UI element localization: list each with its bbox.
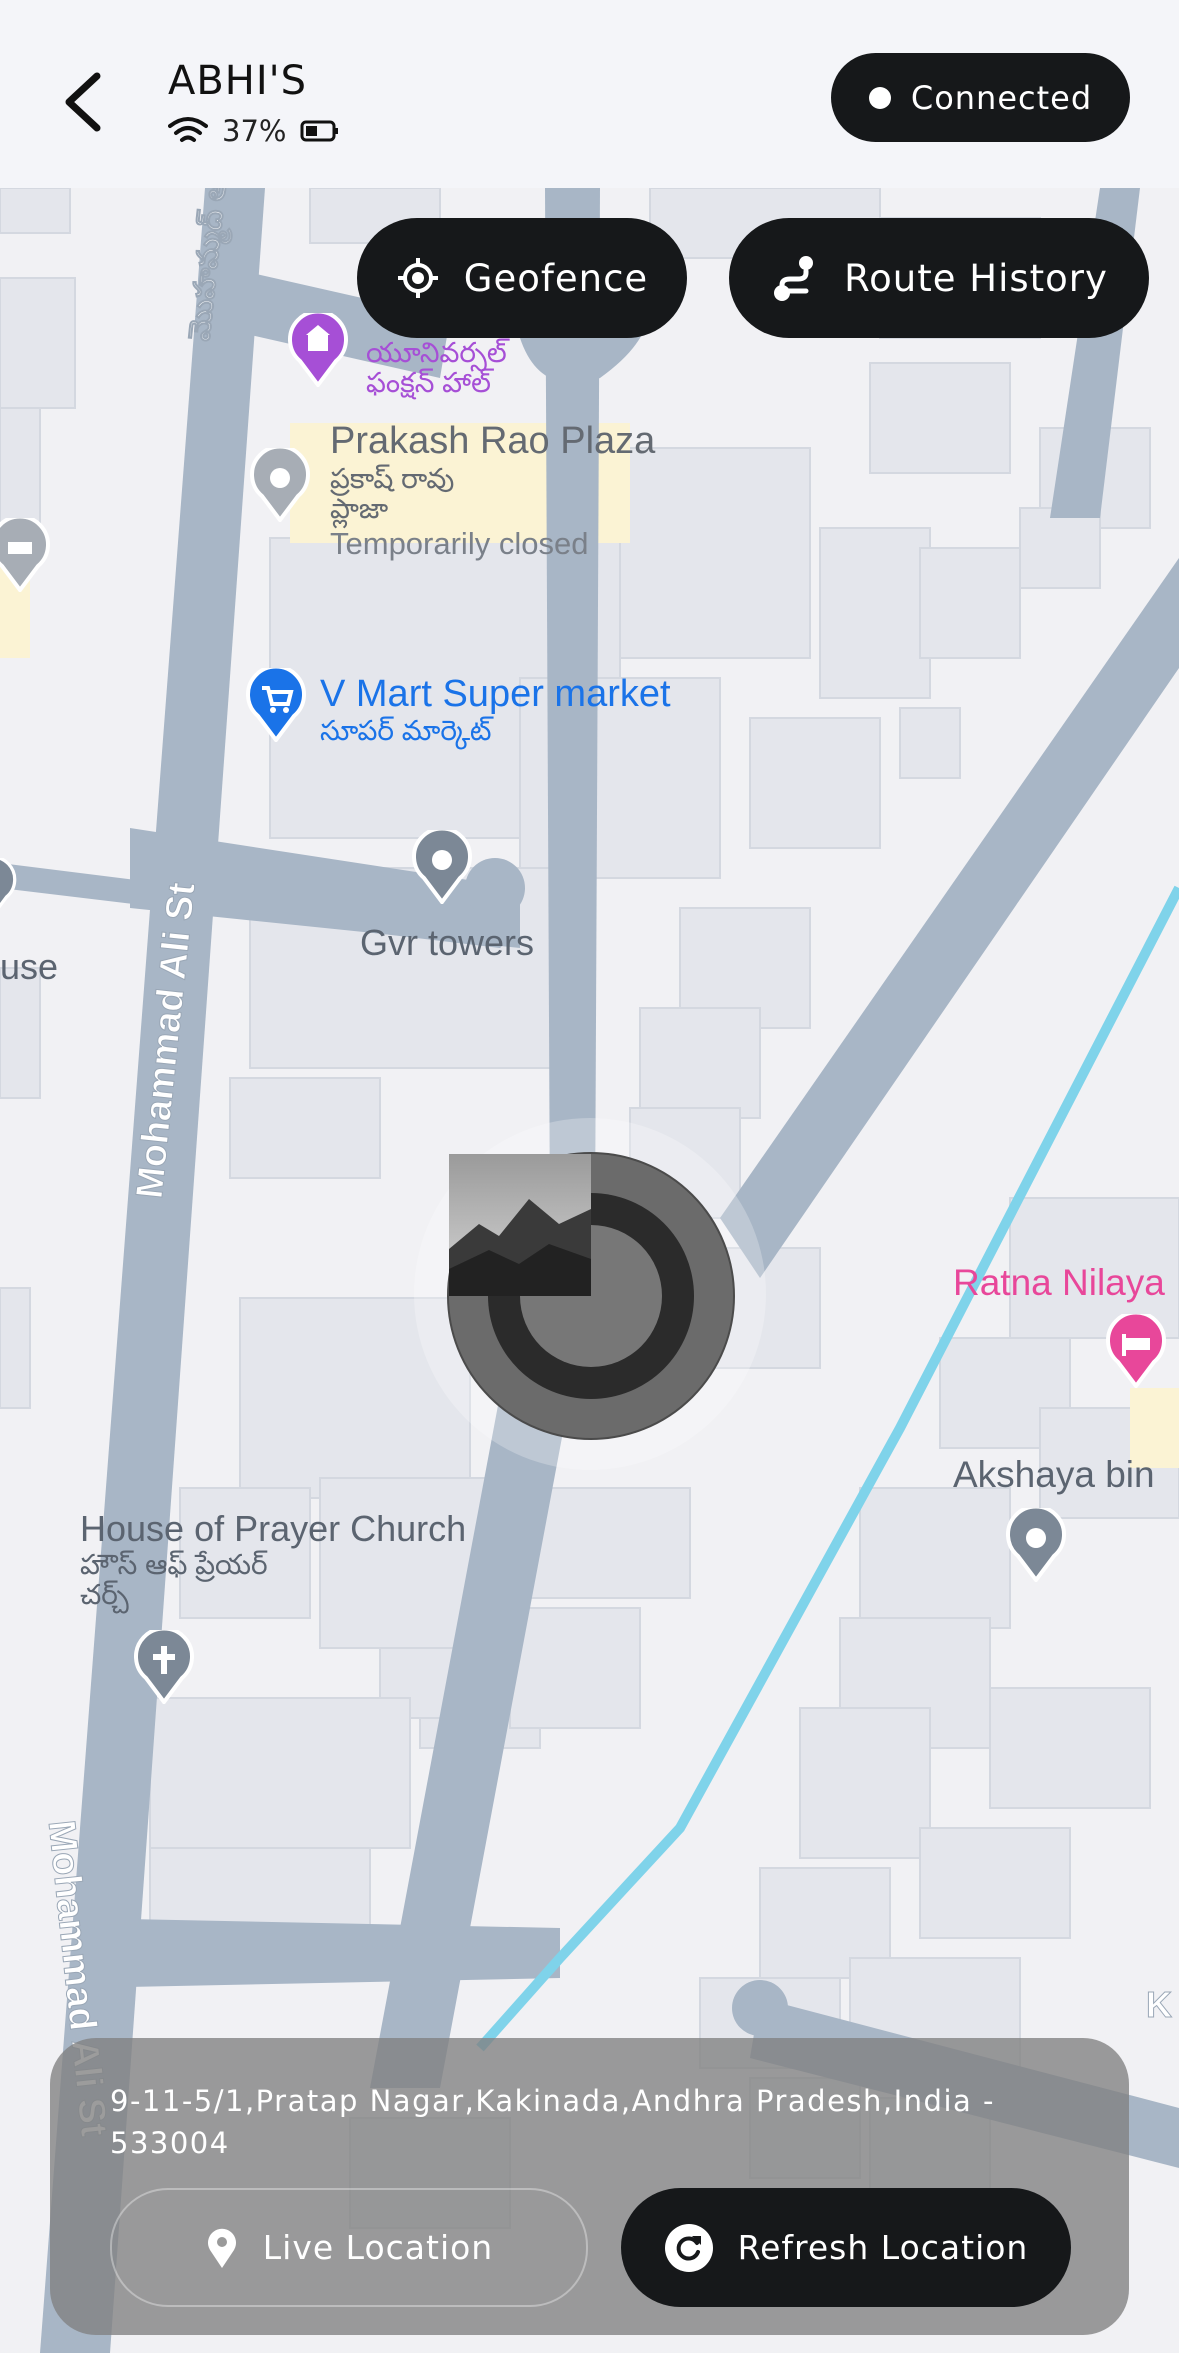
poi-label-church-local: హౌస్ ఆఫ్ ప్రేయర్ చర్చ్ — [80, 1549, 268, 1610]
hotel-pin-icon — [1106, 1314, 1166, 1388]
route-history-label: Route History — [844, 256, 1108, 300]
shopping-cart-pin-icon — [246, 668, 306, 742]
connection-status-badge: Connected — [831, 53, 1130, 142]
top-bar: ABHI'S 37% Connected — [0, 0, 1179, 188]
poi-label-function-hall-local: యూనివర్సల్ ఫంక్షన్ హాల్ — [366, 337, 507, 398]
live-location-label: Live Location — [262, 2228, 494, 2267]
hotel-pin-icon-left — [0, 518, 50, 592]
poi-label-prakash-rao-plaza-local: ప్రకాష్ రావు ప్లాజా — [330, 463, 455, 524]
status-dot-icon — [868, 86, 891, 109]
location-pin-icon — [207, 2228, 236, 2268]
poi-label-akshaya: Akshaya bin — [953, 1454, 1155, 1495]
map-view[interactable]: Mohammad Ali St Mohammad Ali St మొహమ్మద్… — [0, 188, 1179, 2353]
address-text: 9-11-5/1,Pratap Nagar,Kakinada,Andhra Pr… — [110, 2084, 995, 2160]
function-hall-pin-icon — [288, 313, 348, 387]
avatar-mountain-image — [449, 1154, 591, 1296]
church-pin-icon — [134, 1630, 194, 1704]
location-card: 9-11-5/1,Pratap Nagar,Kakinada,Andhra Pr… — [50, 2038, 1129, 2335]
pin-icon-left-edge — [0, 858, 17, 909]
connection-status-label: Connected — [910, 78, 1093, 117]
refresh-location-button[interactable]: Refresh Location — [621, 2188, 1071, 2307]
crosshair-icon — [397, 258, 438, 298]
poi-label-ratna-nilaya: Ratna Nilaya — [953, 1262, 1165, 1303]
poi-label-v-mart-local: సూపర్ మార్కెట్ — [320, 715, 492, 746]
poi-label-gvr-towers: Gvr towers — [360, 922, 535, 963]
route-icon — [774, 256, 814, 301]
battery-percent: 37% — [222, 114, 287, 148]
refresh-icon — [664, 2223, 713, 2272]
prakash-rao-plaza-pin-icon — [250, 448, 310, 522]
marker-ring — [449, 1154, 694, 1399]
poi-label-church: House of Prayer Church — [80, 1508, 467, 1549]
geofence-label: Geofence — [463, 256, 649, 300]
poi-label-v-mart: V Mart Super market — [320, 673, 671, 715]
akshaya-pin-icon — [1006, 1508, 1066, 1582]
geofence-button[interactable]: Geofence — [357, 218, 687, 338]
avatar — [449, 1154, 662, 1367]
refresh-location-label: Refresh Location — [737, 2228, 1029, 2267]
poi-label-prakash-rao-plaza: Prakash Rao Plaza — [330, 420, 656, 462]
live-location-button[interactable]: Live Location — [110, 2188, 588, 2307]
device-name: ABHI'S — [168, 58, 308, 104]
gvr-towers-pin-icon — [412, 830, 472, 904]
back-button[interactable] — [48, 62, 118, 142]
poi-label-prakash-rao-plaza-status: Temporarily closed — [330, 526, 589, 561]
wifi-icon — [168, 117, 208, 142]
back-arrow-icon — [65, 72, 101, 132]
poi-label-use: use — [0, 946, 59, 987]
route-history-button[interactable]: Route History — [729, 218, 1149, 338]
battery-icon — [300, 120, 339, 142]
device-location-marker[interactable] — [447, 1152, 735, 1440]
poi-label-k: K — [1146, 1984, 1173, 2026]
device-stats: 37% — [168, 114, 340, 148]
